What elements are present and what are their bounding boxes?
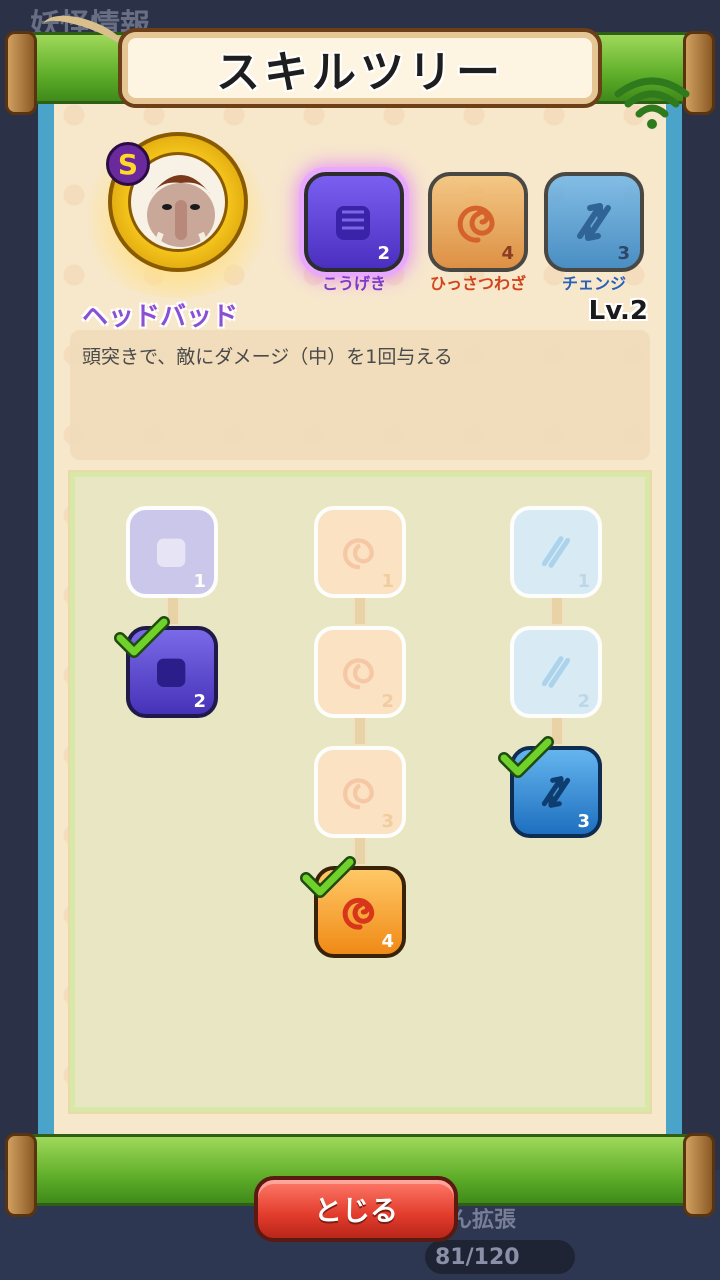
category-label-attack: こうげき bbox=[321, 274, 386, 293]
skill-name: ヘッドバッド bbox=[82, 302, 239, 332]
swirl-icon bbox=[343, 778, 374, 810]
wifi-icon bbox=[614, 77, 690, 129]
page-title: スキルツリー bbox=[216, 47, 504, 98]
skill-description: 頭突きで、敵にダメージ（中）を1回与える bbox=[82, 346, 453, 368]
tree-connector bbox=[353, 716, 367, 746]
close-button[interactable]: とじる bbox=[254, 1176, 458, 1242]
check-icon bbox=[300, 856, 356, 898]
node-level: 1 bbox=[577, 571, 590, 592]
node-level: 1 bbox=[381, 571, 394, 592]
category-level: 3 bbox=[617, 243, 630, 264]
rank-badge: S bbox=[106, 142, 150, 186]
category-label-special: ひっさつわざ bbox=[429, 274, 526, 293]
skill-node-attack-1[interactable]: 1 bbox=[126, 506, 218, 598]
skill-node-special-1[interactable]: 1 bbox=[314, 506, 406, 598]
fist-icon bbox=[157, 538, 186, 567]
node-level: 2 bbox=[193, 691, 206, 712]
swap-arrows-icon bbox=[541, 656, 571, 688]
skill-level: Lv.2 bbox=[588, 296, 648, 326]
category-level: 2 bbox=[377, 243, 390, 264]
node-level: 1 bbox=[193, 571, 206, 592]
background-capacity-counter: 81/120 bbox=[425, 1240, 575, 1274]
node-level: 3 bbox=[381, 811, 394, 832]
swirl-icon bbox=[457, 205, 495, 243]
node-level: 3 bbox=[577, 811, 590, 832]
category-label-change: チェンジ bbox=[561, 274, 626, 293]
check-icon bbox=[114, 616, 170, 658]
swap-arrows-icon bbox=[577, 203, 611, 241]
node-level: 2 bbox=[577, 691, 590, 712]
tree-connector bbox=[353, 596, 367, 626]
check-icon bbox=[498, 736, 554, 778]
swap-arrows-icon bbox=[541, 536, 571, 568]
category-tab-special[interactable]: 4 bbox=[428, 172, 528, 272]
swirl-icon bbox=[343, 658, 374, 690]
skill-node-change-1[interactable]: 1 bbox=[510, 506, 602, 598]
title-banner: スキルツリー bbox=[118, 28, 602, 108]
background-expand-label: ん拡張 bbox=[450, 1208, 517, 1233]
fist-icon bbox=[336, 206, 370, 240]
skill-node-change-2[interactable]: 2 bbox=[510, 626, 602, 718]
swirl-icon bbox=[343, 538, 374, 570]
node-level: 2 bbox=[381, 691, 394, 712]
tree-connector bbox=[550, 596, 564, 626]
node-level: 4 bbox=[381, 931, 394, 952]
skill-node-special-3[interactable]: 3 bbox=[314, 746, 406, 838]
character-medal: S bbox=[72, 118, 282, 298]
skill-node-special-2[interactable]: 2 bbox=[314, 626, 406, 718]
category-tab-attack[interactable]: 2 bbox=[304, 172, 404, 272]
category-tab-change[interactable]: 3 bbox=[544, 172, 644, 272]
category-level: 4 bbox=[501, 243, 514, 264]
